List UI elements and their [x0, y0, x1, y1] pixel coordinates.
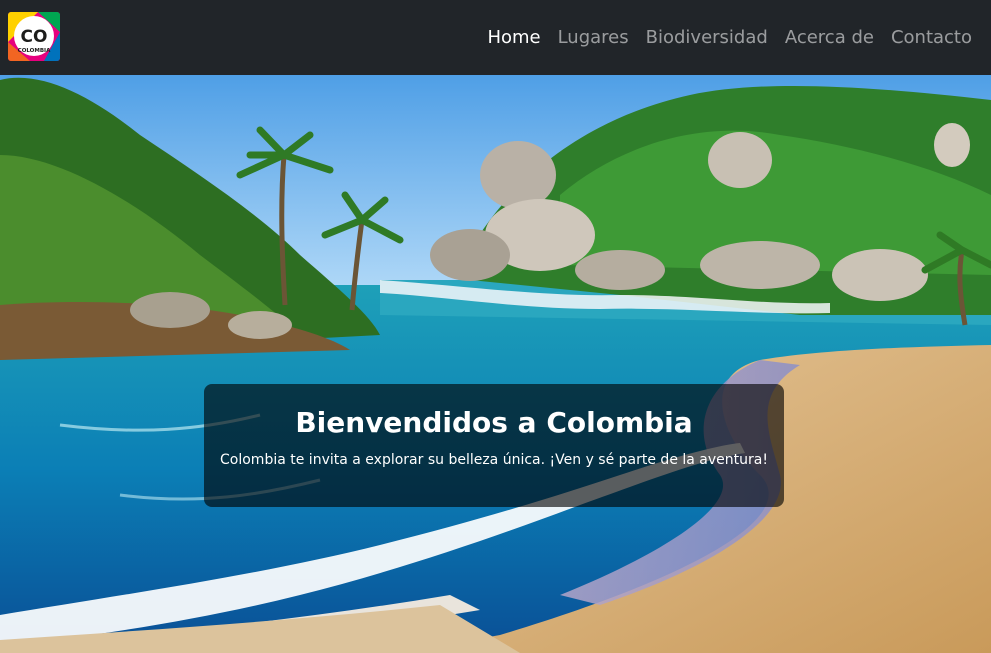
svg-text:COLOMBIA: COLOMBIA [18, 48, 51, 54]
main-nav: Home Lugares Biodiversidad Acerca de Con… [487, 0, 972, 75]
hero-title: Bienvendidos a Colombia [295, 406, 693, 439]
hero-subtitle: Colombia te invita a explorar su belleza… [220, 452, 768, 468]
nav-home[interactable]: Home [487, 28, 540, 47]
hero-caption: Bienvendidos a Colombia Colombia te invi… [204, 384, 784, 507]
svg-text:CO: CO [21, 27, 48, 47]
navbar: CO COLOMBIA Home Lugares Biodiversidad A… [0, 0, 991, 75]
colombia-logo[interactable]: CO COLOMBIA [8, 12, 60, 61]
nav-biodiversidad[interactable]: Biodiversidad [646, 28, 768, 47]
nav-acerca-de[interactable]: Acerca de [785, 28, 874, 47]
nav-contacto[interactable]: Contacto [891, 28, 972, 47]
nav-lugares[interactable]: Lugares [558, 28, 629, 47]
hero-beach-image [0, 75, 991, 653]
hero-carousel: Bienvendidos a Colombia Colombia te invi… [0, 75, 991, 653]
